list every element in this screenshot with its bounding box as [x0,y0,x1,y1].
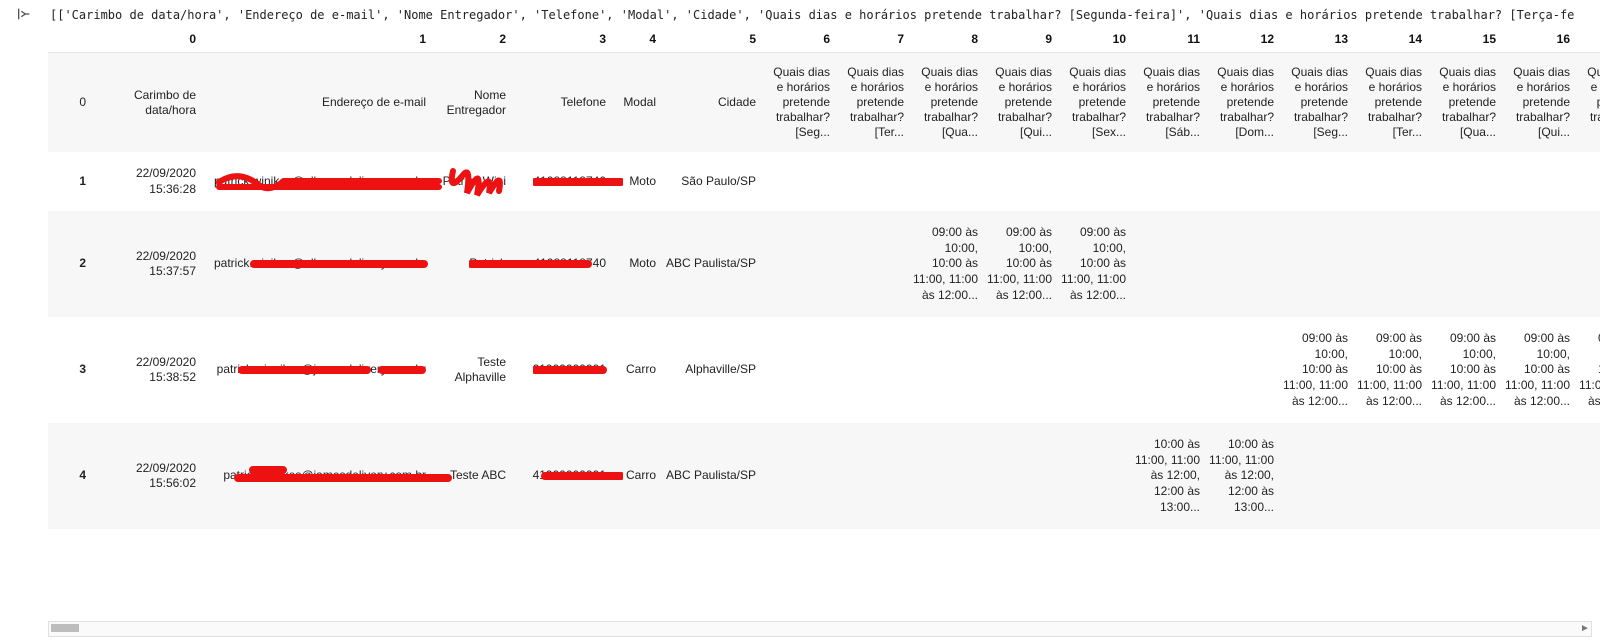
col-index: 0 [90,28,200,53]
col-index: 11 [1130,28,1204,53]
cell-schedule: 09:00 às 10:00, 10:00 às 11:00, 11:00 às… [1500,317,1574,423]
header-cell: Quais dias e horários pretende trabalhar… [1056,53,1130,153]
redaction-mark: Patrick Wini [443,174,506,190]
horizontal-scrollbar[interactable]: ◄ ► [48,621,1592,637]
cell-name: Patrick Wini [430,152,510,211]
col-index: 13 [1278,28,1352,53]
col-index: 17 [1574,28,1600,53]
cell-timestamp: 22/09/2020 15:36:28 [90,152,200,211]
redaction-mark: patrick.winikes@ollamesdelivery.com.br [214,256,426,272]
cell-email: patrick.winikes@ollamesdelivery.com.br [200,211,430,317]
cell-name: Teste ABC [430,423,510,529]
cell-phone: 21999999991 [510,317,610,423]
cell-email: patrick.winikes@ollamesdelivery.com.br [200,152,430,211]
dataframe: 0 1 2 3 4 5 6 7 8 9 10 11 12 13 [48,28,1600,529]
redaction-mark: 41988118740 [533,174,606,190]
header-cell: Endereço de e-mail [200,53,430,153]
header-cell: Modal [610,53,660,153]
header-cell: Quais dias e horários pretende trabalhar… [1204,53,1278,153]
col-index: 16 [1500,28,1574,53]
redaction-mark: 21999999991 [533,362,606,378]
table-row: 4 22/09/2020 15:56:02 patrick.winikes@ja… [48,423,1600,529]
redaction-mark: 41999999991 [533,468,606,484]
cell-city: ABC Paulista/SP [660,211,760,317]
col-index: 4 [610,28,660,53]
redaction-mark: 41988118740 [533,256,606,272]
cell-modal: Moto [610,211,660,317]
header-cell: Nome Entregador [430,53,510,153]
header-cell: Quais dias e horários pretende trabalhar… [1278,53,1352,153]
output-scroll-pane[interactable]: [['Carimbo de data/hora', 'Endereço de e… [48,4,1600,641]
cell-city: São Paulo/SP [660,152,760,211]
header-cell: Quais dias e horários pretende trabalhar… [982,53,1056,153]
cell-schedule: 09:00 às 10:00, 10:00 às 11:00, 11:00 às… [908,211,982,317]
notebook-gutter [0,0,48,641]
redaction-mark: Patrick [469,256,506,272]
header-cell: Quais dias e horários pretende trabalhar… [1574,53,1600,153]
cell-name: Patrick [430,211,510,317]
header-cell: Quais dias e horários pretende trabalhar… [834,53,908,153]
col-index: 2 [430,28,510,53]
redaction-mark: patrick.winnikes@jamesdelivery.com.br [217,362,426,378]
cell-name: Teste Alphaville [430,317,510,423]
cell-modal: Carro [610,317,660,423]
cell-output-icon [16,6,32,25]
header-cell: Telefone [510,53,610,153]
cell-city: Alphaville/SP [660,317,760,423]
cell-schedule: 09:00 às 10:00, 10:00 às 11:00, 11:00 às… [1278,317,1352,423]
cell-schedule: 09:00 às 10:00, 10:00 às 11:00, 11:00 às… [1426,317,1500,423]
col-index: 5 [660,28,760,53]
table-row: 1 22/09/2020 15:36:28 patrick.winikes@ol… [48,152,1600,211]
col-index: 10 [1056,28,1130,53]
table-row: 3 22/09/2020 15:38:52 patrick.winnikes@j… [48,317,1600,423]
redaction-mark: patrick.winikes@jamesdelivery.com.br [223,468,426,484]
column-index-row: 0 1 2 3 4 5 6 7 8 9 10 11 12 13 [48,28,1600,53]
cell-phone: 41988118740 [510,211,610,317]
col-index: 3 [510,28,610,53]
cell-phone: 41988118740 [510,152,610,211]
raw-print-output: [['Carimbo de data/hora', 'Endereço de e… [48,4,1600,28]
cell-timestamp: 22/09/2020 15:37:57 [90,211,200,317]
col-index: 7 [834,28,908,53]
header-cell: Cidade [660,53,760,153]
header-cell: Quais dias e horários pretende trabalhar… [1500,53,1574,153]
cell-phone: 41999999991 [510,423,610,529]
header-cell: Quais dias e horários pretende trabalhar… [1130,53,1204,153]
col-index: 8 [908,28,982,53]
col-index: 6 [760,28,834,53]
row-index: 1 [48,152,90,211]
redaction-mark: patrick.winikes@ollamesdelivery.com.br [214,174,426,190]
header-cell: Quais dias e horários pretende trabalhar… [1426,53,1500,153]
col-index: 1 [200,28,430,53]
header-row: 0 Carimbo de data/hora Endereço de e-mai… [48,53,1600,153]
cell-city: ABC Paulista/SP [660,423,760,529]
row-index: 4 [48,423,90,529]
col-index: 15 [1426,28,1500,53]
cell-timestamp: 22/09/2020 15:56:02 [90,423,200,529]
col-index: 12 [1204,28,1278,53]
cell-email: patrick.winnikes@jamesdelivery.com.br [200,317,430,423]
cell-schedule: 09:00 às 10:00, 10:00 às 11:00, 11:00 às… [1056,211,1130,317]
cell-schedule: 10:00 às 11:00, 11:00 às 12:00, 12:00 às… [1130,423,1204,529]
cell-modal: Moto [610,152,660,211]
scroll-right-icon[interactable]: ► [1578,622,1592,634]
cell-schedule: 10:00 às 11:00, 11:00 às 12:00, 12:00 às… [1204,423,1278,529]
cell-timestamp: 22/09/2020 15:38:52 [90,317,200,423]
cell-schedule: 09:00 às 10:00, 10:00 às 11:00, 11:00 às… [982,211,1056,317]
table-row: 2 22/09/2020 15:37:57 patrick.winikes@ol… [48,211,1600,317]
row-index: 0 [48,53,90,153]
cell-schedule: 09:00 às 10:00, 10:00 às 11:00, 11:00 às… [1574,317,1600,423]
header-cell: Quais dias e horários pretende trabalhar… [908,53,982,153]
col-index: 14 [1352,28,1426,53]
row-index: 2 [48,211,90,317]
scrollbar-thumb[interactable] [51,624,79,632]
col-index: 9 [982,28,1056,53]
row-index: 3 [48,317,90,423]
cell-modal: Carro [610,423,660,529]
cell-schedule: 09:00 às 10:00, 10:00 às 11:00, 11:00 às… [1352,317,1426,423]
header-cell: Carimbo de data/hora [90,53,200,153]
header-cell: Quais dias e horários pretende trabalhar… [760,53,834,153]
cell-email: patrick.winikes@jamesdelivery.com.br [200,423,430,529]
header-cell: Quais dias e horários pretende trabalhar… [1352,53,1426,153]
